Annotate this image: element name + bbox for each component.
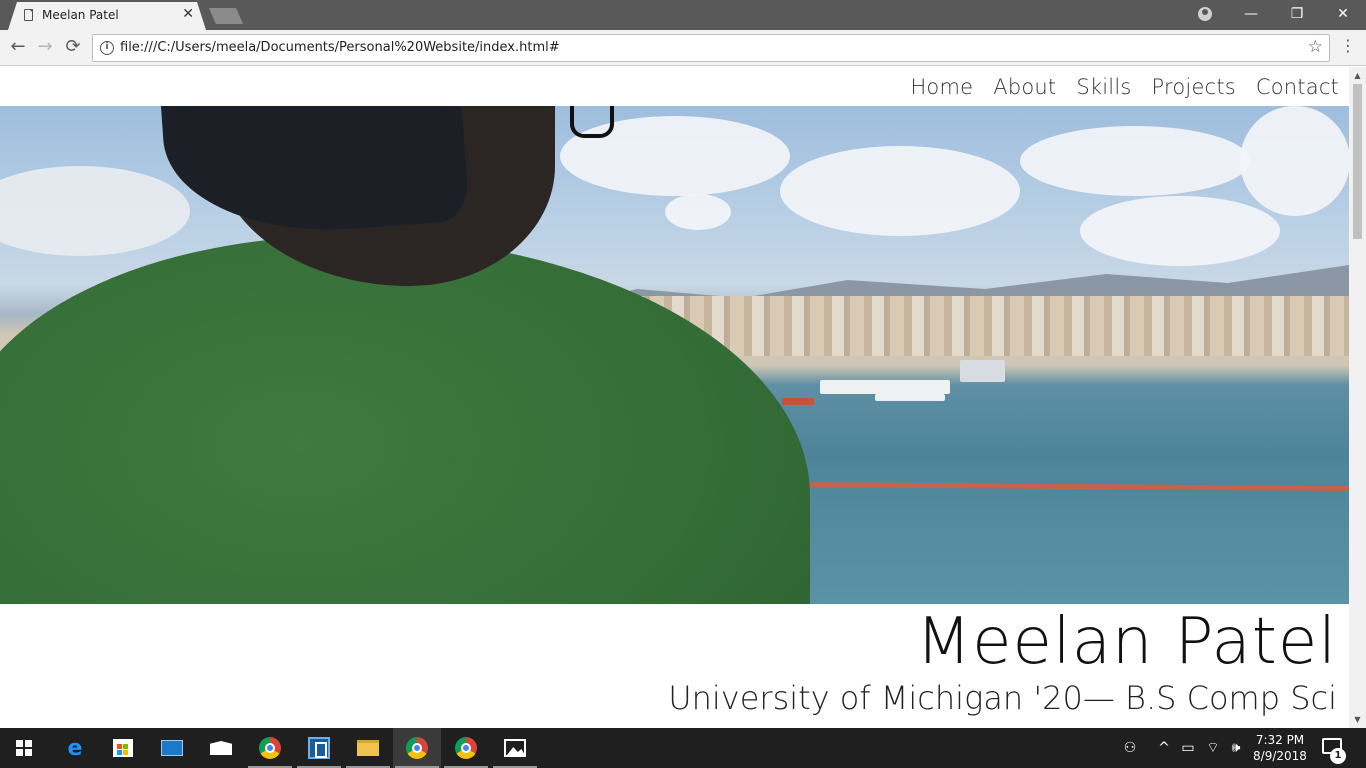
- control-panel-icon: [161, 740, 183, 756]
- cloud: [665, 194, 731, 230]
- folder-icon: [357, 740, 379, 756]
- cloud: [1020, 126, 1250, 196]
- close-window-button[interactable]: ✕: [1320, 0, 1366, 30]
- nav-link-skills[interactable]: Skills: [1076, 75, 1131, 99]
- green-shirt: [0, 236, 810, 604]
- site-navigation: Home About Skills Projects Contact: [910, 75, 1339, 99]
- battery-icon[interactable]: ▭: [1178, 728, 1198, 768]
- orange-boom-line: [779, 482, 1349, 491]
- info-icon[interactable]: i: [100, 41, 114, 55]
- cloud: [780, 146, 1020, 236]
- taskbar-brackets[interactable]: [295, 728, 343, 768]
- profile-icon[interactable]: [1198, 7, 1212, 21]
- new-tab-button[interactable]: [209, 8, 243, 24]
- mail-icon: [210, 741, 232, 755]
- tab-title: Meelan Patel: [42, 8, 119, 22]
- wifi-icon[interactable]: ⌔: [1203, 728, 1223, 768]
- restore-button[interactable]: ❐: [1274, 0, 1320, 30]
- hero-image: [0, 106, 1349, 604]
- windows-taskbar: e ⚇ ^ ▭ ⌔ 🕪 7:32 PM 8/9/2018 1: [0, 728, 1366, 768]
- browser-tab[interactable]: Meelan Patel ✕: [8, 2, 206, 30]
- vertical-scrollbar[interactable]: ▲ ▼: [1349, 67, 1366, 728]
- nav-link-home[interactable]: Home: [910, 75, 973, 99]
- boat: [960, 360, 1005, 382]
- nav-link-contact[interactable]: Contact: [1256, 75, 1339, 99]
- taskbar-edge[interactable]: e: [51, 728, 99, 768]
- page-viewport: Home About Skills Projects Contact Meela…: [0, 67, 1349, 728]
- cap: [160, 106, 470, 242]
- taskbar-file-explorer[interactable]: [344, 728, 392, 768]
- clock-time: 7:32 PM: [1255, 733, 1305, 747]
- chrome-icon: [406, 737, 428, 759]
- boat: [875, 394, 945, 401]
- page-title: Meelan Patel: [915, 605, 1337, 679]
- system-clock[interactable]: 7:32 PM 8/9/2018: [1240, 732, 1320, 764]
- boat: [782, 398, 814, 405]
- store-icon: [113, 739, 133, 757]
- url-text[interactable]: file:///C:/Users/meela/Documents/Persona…: [120, 40, 560, 55]
- scroll-down-arrow[interactable]: ▼: [1349, 711, 1366, 728]
- taskbar-chrome-3[interactable]: [442, 728, 490, 768]
- notification-count-badge: 1: [1330, 748, 1346, 764]
- brackets-icon: [308, 737, 330, 759]
- photos-icon: [504, 739, 526, 757]
- cloud: [1240, 106, 1349, 216]
- show-hidden-icons-chevron-icon[interactable]: ^: [1154, 728, 1174, 768]
- back-button[interactable]: ←: [6, 36, 30, 60]
- cloud: [0, 166, 190, 256]
- cloud: [1080, 196, 1280, 266]
- browser-titlebar: Meelan Patel ✕ — ❐ ✕: [0, 0, 1366, 30]
- minimize-button[interactable]: —: [1228, 0, 1274, 30]
- reload-button[interactable]: ⟳: [61, 36, 85, 60]
- scroll-up-arrow[interactable]: ▲: [1349, 67, 1366, 84]
- edge-icon: e: [67, 735, 83, 761]
- browser-menu-icon[interactable]: ⋮: [1340, 36, 1356, 55]
- address-bar[interactable]: i file:///C:/Users/meela/Documents/Perso…: [92, 34, 1330, 62]
- taskbar-chrome-2[interactable]: [393, 728, 441, 768]
- page-subtitle: University of Michigan '20— B.S Comp Sci: [668, 679, 1337, 717]
- taskbar-chrome-1[interactable]: [246, 728, 294, 768]
- chrome-icon: [259, 737, 281, 759]
- scroll-thumb[interactable]: [1353, 84, 1362, 239]
- windows-logo-icon: [16, 740, 32, 756]
- clock-date: 8/9/2018: [1253, 749, 1307, 763]
- forward-button[interactable]: →: [33, 36, 57, 60]
- nav-link-projects[interactable]: Projects: [1152, 75, 1236, 99]
- bookmark-star-icon[interactable]: ☆: [1308, 37, 1323, 57]
- taskbar-photos[interactable]: [491, 728, 539, 768]
- people-icon[interactable]: ⚇: [1118, 728, 1142, 768]
- browser-toolbar: ← → ⟳ i file:///C:/Users/meela/Documents…: [0, 30, 1366, 66]
- start-button[interactable]: [0, 728, 48, 768]
- chrome-icon: [455, 737, 477, 759]
- taskbar-control-panel[interactable]: [148, 728, 196, 768]
- sunglasses: [570, 106, 614, 138]
- close-tab-icon[interactable]: ✕: [182, 6, 194, 22]
- boat: [820, 380, 950, 394]
- taskbar-mail[interactable]: [197, 728, 245, 768]
- document-icon: [24, 9, 33, 21]
- nav-link-about[interactable]: About: [993, 75, 1056, 99]
- taskbar-store[interactable]: [99, 728, 147, 768]
